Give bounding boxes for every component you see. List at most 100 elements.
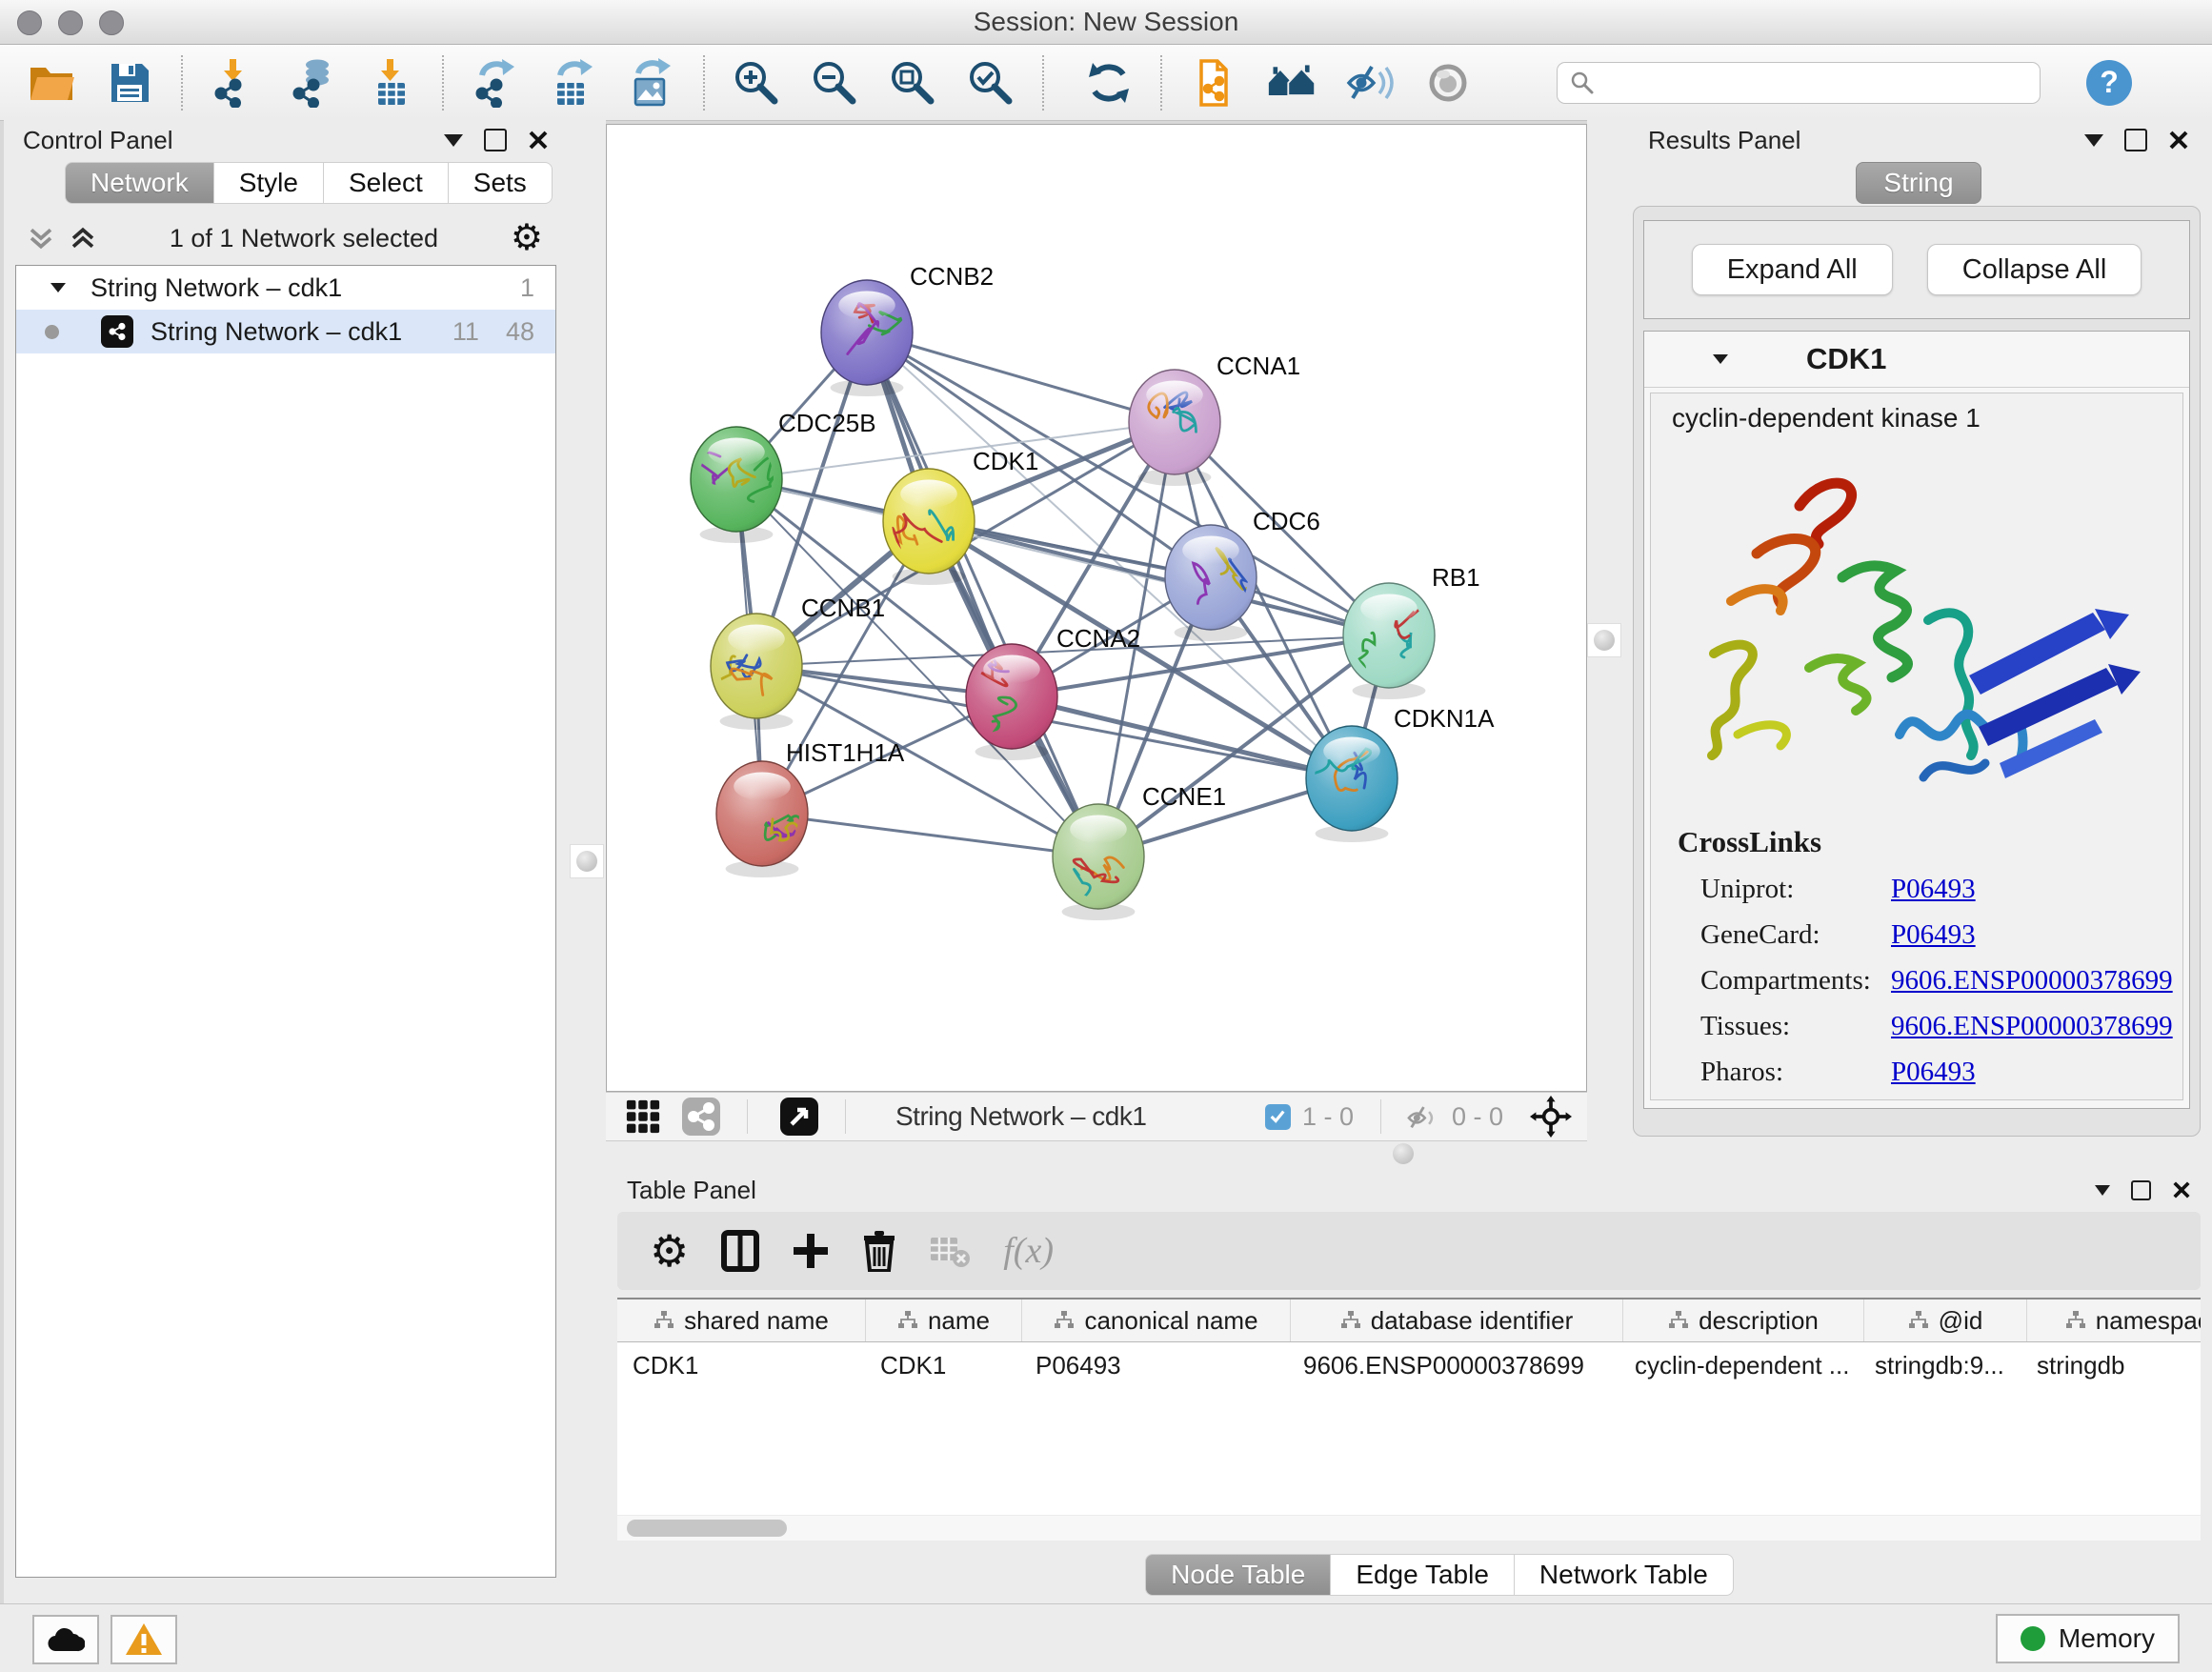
network-node-HIST1H1A[interactable]: HIST1H1A — [716, 738, 905, 877]
crosslink-pharos-link[interactable]: P06493 — [1891, 1057, 1976, 1088]
left-splitter-handle[interactable] — [570, 844, 604, 878]
column-header-shared-name[interactable]: shared name — [617, 1299, 866, 1341]
scrollbar-thumb[interactable] — [627, 1520, 787, 1537]
fit-selected-crosshair-icon[interactable] — [1530, 1096, 1572, 1138]
zoom-selected-button[interactable] — [964, 55, 1017, 111]
network-node-CDKN1A[interactable]: CDKN1A — [1306, 704, 1495, 842]
network-edge-CCNB2-CCNA1[interactable] — [867, 332, 1175, 422]
tab-network[interactable]: Network — [65, 162, 214, 204]
table-panel-close-icon[interactable] — [2172, 1180, 2191, 1199]
column-header-database-identifier[interactable]: database identifier — [1291, 1299, 1623, 1341]
crosslink-uniprot-link[interactable]: P06493 — [1891, 874, 1976, 905]
collection-expander-icon[interactable] — [50, 283, 66, 292]
tab-string[interactable]: String — [1856, 162, 1981, 204]
control-panel-menu-icon[interactable] — [444, 134, 463, 147]
export-image-button[interactable] — [625, 55, 678, 111]
control-panel-close-icon[interactable] — [528, 130, 549, 151]
table-panel-menu-icon[interactable] — [2095, 1185, 2110, 1196]
network-node-CCNE1[interactable]: CCNE1 — [1053, 782, 1226, 920]
node-label-CCNB1: CCNB1 — [801, 594, 885, 622]
network-node-CCNA1[interactable]: CCNA1 — [1129, 352, 1300, 486]
network-collection-row[interactable]: String Network – cdk1 1 — [16, 266, 555, 310]
search-input[interactable] — [1557, 62, 2041, 104]
expand-collapse-box: Expand All Collapse All — [1643, 220, 2190, 319]
navigator-icon[interactable] — [780, 1098, 818, 1136]
network-node-CDC25B[interactable]: CDC25B — [691, 409, 876, 543]
selected-checkbox-icon[interactable] — [1265, 1104, 1291, 1130]
table-row[interactable]: CDK1CDK1P064939606.ENSP00000378699cyclin… — [617, 1342, 2201, 1388]
column-header-label: canonical name — [1084, 1306, 1257, 1336]
column-header-name[interactable]: name — [866, 1299, 1022, 1341]
collapse-all-button[interactable]: Collapse All — [1927, 244, 2142, 295]
hide-selected-icon-button[interactable] — [1343, 55, 1397, 111]
network-options-gear-icon[interactable]: ⚙ — [511, 220, 543, 256]
zoom-out-button[interactable] — [808, 55, 861, 111]
crosslink-compartments-link[interactable]: 9606.ENSP00000378699 — [1891, 965, 2173, 997]
control-panel-float-icon[interactable] — [484, 129, 507, 151]
export-network-button[interactable] — [469, 55, 522, 111]
function-builder-icon: f(x) — [1003, 1230, 1054, 1272]
open-session-button[interactable] — [25, 55, 78, 111]
bottom-splitter[interactable] — [606, 1139, 2212, 1170]
import-network-from-file-button[interactable] — [208, 55, 261, 111]
column-header-description[interactable]: description — [1623, 1299, 1864, 1341]
network-edge-CCNB2-CCNE1[interactable] — [867, 332, 1098, 856]
show-columns-icon[interactable] — [721, 1230, 759, 1272]
tab-style[interactable]: Style — [214, 162, 324, 204]
network-row-selected[interactable]: String Network – cdk1 11 48 — [16, 310, 555, 353]
results-panel-float-icon[interactable] — [2124, 129, 2147, 151]
results-panel-close-icon[interactable] — [2168, 130, 2189, 151]
gene-header-row[interactable]: CDK1 — [1644, 332, 2189, 388]
results-panel-menu-icon[interactable] — [2084, 134, 2103, 147]
tab-sets[interactable]: Sets — [449, 162, 553, 204]
network-canvas[interactable]: CCNB2CCNA1CDC25BCDK1CDC6RB1CCNB1CCNA2CDK… — [606, 124, 1587, 1092]
hidden-eye-icon[interactable] — [1404, 1100, 1440, 1133]
expand-all-icon[interactable] — [69, 224, 97, 252]
network-list-header: 1 of 1 Network selected ⚙ — [4, 215, 568, 261]
right-splitter[interactable] — [1587, 120, 1628, 1140]
cloud-button[interactable] — [32, 1615, 99, 1664]
network-graph[interactable]: CCNB2CCNA1CDC25BCDK1CDC6RB1CCNB1CCNA2CDK… — [607, 125, 1586, 1091]
refresh-button[interactable] — [1082, 55, 1136, 111]
export-table-button[interactable] — [547, 55, 600, 111]
network-edge-HIST1H1A-CCNE1[interactable] — [762, 814, 1098, 856]
column-header-namespace[interactable]: namespace — [2027, 1299, 2201, 1341]
show-eye-button[interactable] — [1421, 55, 1475, 111]
column-header-canonical-name[interactable]: canonical name — [1022, 1299, 1291, 1341]
table-options-gear-icon[interactable]: ⚙ — [650, 1229, 689, 1273]
save-session-button[interactable] — [103, 55, 156, 111]
column-header--id[interactable]: @id — [1864, 1299, 2027, 1341]
collapse-all-icon[interactable] — [27, 224, 55, 252]
gene-expander-icon[interactable] — [1713, 354, 1728, 364]
zoom-in-button[interactable] — [730, 55, 783, 111]
tab-network-table[interactable]: Network Table — [1515, 1554, 1734, 1596]
table-horizontal-scrollbar[interactable] — [617, 1515, 2201, 1541]
memory-button[interactable]: Memory — [1996, 1614, 2180, 1663]
table-panel-float-icon[interactable] — [2131, 1180, 2151, 1200]
tab-select[interactable]: Select — [324, 162, 449, 204]
home-button[interactable] — [1265, 55, 1318, 111]
left-splitter[interactable] — [568, 120, 606, 1603]
import-table-from-file-button[interactable] — [364, 55, 417, 111]
table-panel-title: Table Panel — [627, 1176, 2095, 1205]
add-column-icon[interactable] — [792, 1232, 830, 1270]
bottom-splitter-handle[interactable] — [1387, 1138, 1419, 1170]
crosslink-genecard-link[interactable]: P06493 — [1891, 919, 1976, 951]
grid-view-icon[interactable] — [625, 1098, 661, 1135]
import-network-from-database-button[interactable] — [286, 55, 339, 111]
help-button[interactable]: ? — [2086, 60, 2132, 106]
network-node-RB1[interactable]: RB1 — [1343, 563, 1480, 699]
tab-node-table[interactable]: Node Table — [1145, 1554, 1331, 1596]
expand-all-button[interactable]: Expand All — [1692, 244, 1893, 295]
network-type-toolbar-icon[interactable] — [682, 1098, 720, 1136]
right-splitter-handle[interactable] — [1587, 623, 1621, 657]
network-node-CCNB2[interactable]: CCNB2 — [821, 262, 994, 396]
tab-edge-table[interactable]: Edge Table — [1331, 1554, 1515, 1596]
delete-column-trash-icon[interactable] — [862, 1230, 896, 1272]
fit-content-button[interactable] — [886, 55, 939, 111]
network-edge-CDK1-RB1[interactable] — [929, 521, 1389, 635]
warning-button[interactable] — [111, 1615, 177, 1664]
crosslink-tissues-link[interactable]: 9606.ENSP00000378699 — [1891, 1011, 2173, 1042]
share-session-button[interactable] — [1187, 55, 1240, 111]
toolbar-separator — [181, 55, 183, 111]
